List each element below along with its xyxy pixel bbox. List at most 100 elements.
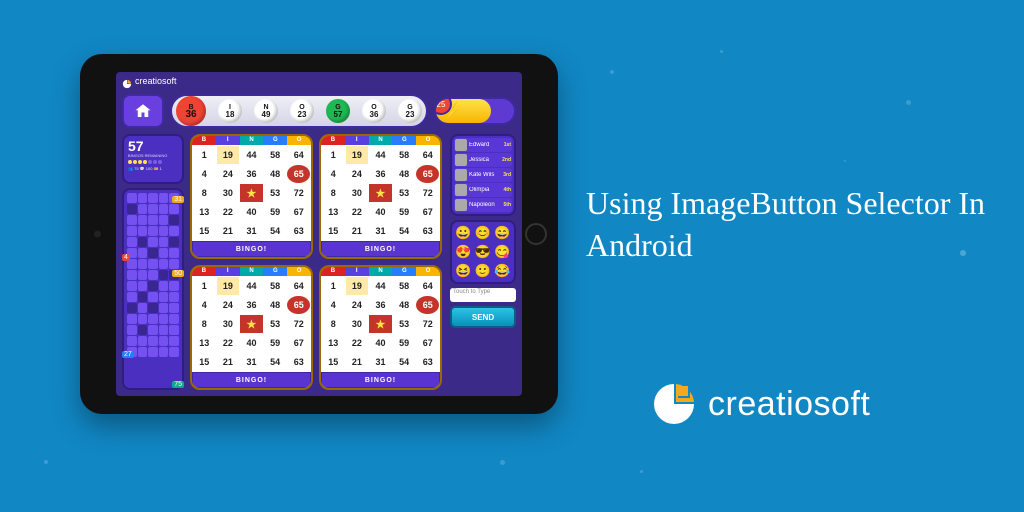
card-cell[interactable]: 24 (217, 165, 240, 183)
card-cell[interactable]: 58 (393, 277, 416, 295)
card-cell[interactable]: 15 (193, 222, 216, 240)
card-cell[interactable]: 22 (346, 334, 369, 352)
card-cell[interactable]: 8 (193, 184, 216, 202)
card-cell[interactable]: ★ (240, 315, 263, 333)
card-cell[interactable]: 13 (322, 334, 345, 352)
card-cell[interactable]: 13 (193, 334, 216, 352)
card-cell[interactable]: 36 (240, 165, 263, 183)
card-cell[interactable]: 53 (264, 184, 287, 202)
chat-input[interactable]: Touch to Type (450, 288, 516, 302)
card-cell[interactable]: 15 (322, 353, 345, 371)
emoji-option[interactable]: 😄 (494, 225, 510, 241)
card-cell[interactable]: 63 (287, 353, 310, 371)
card-cell[interactable]: ★ (240, 184, 263, 202)
card-cell[interactable]: 48 (264, 165, 287, 183)
card-cell[interactable]: 30 (217, 184, 240, 202)
card-cell[interactable]: 1 (322, 277, 345, 295)
card-cell[interactable]: 19 (346, 146, 369, 164)
card-cell[interactable]: 1 (193, 146, 216, 164)
card-cell[interactable]: 22 (346, 203, 369, 221)
card-cell[interactable]: 19 (217, 277, 240, 295)
bingo-button[interactable]: BINGO! (192, 241, 311, 257)
card-cell[interactable]: 64 (287, 277, 310, 295)
bingo-button[interactable]: BINGO! (192, 372, 311, 388)
card-cell[interactable]: 4 (322, 165, 345, 183)
card-cell[interactable]: 58 (393, 146, 416, 164)
card-cell[interactable]: 40 (240, 334, 263, 352)
card-cell[interactable]: 40 (369, 203, 392, 221)
card-cell[interactable]: 19 (346, 277, 369, 295)
card-cell[interactable]: 8 (193, 315, 216, 333)
bingo-card[interactable]: BINGO119445864424364865830★5372132240596… (190, 265, 313, 390)
card-cell[interactable]: 36 (240, 296, 263, 314)
card-cell[interactable]: 22 (217, 203, 240, 221)
leaderboard-row[interactable]: Olimpia4th (454, 183, 512, 197)
send-button[interactable]: SEND (450, 306, 516, 328)
card-cell[interactable]: ★ (369, 184, 392, 202)
card-cell[interactable]: 21 (217, 222, 240, 240)
card-cell[interactable]: 40 (369, 334, 392, 352)
bingo-button[interactable]: BINGO! (321, 372, 440, 388)
tablet-home-button[interactable] (525, 223, 547, 245)
card-cell[interactable]: ★ (369, 315, 392, 333)
card-cell[interactable]: 59 (264, 203, 287, 221)
card-cell[interactable]: 64 (416, 146, 439, 164)
card-cell[interactable]: 13 (193, 203, 216, 221)
card-cell[interactable]: 58 (264, 146, 287, 164)
card-cell[interactable]: 54 (393, 353, 416, 371)
emoji-option[interactable]: 😂 (494, 263, 510, 279)
card-cell[interactable]: 63 (287, 222, 310, 240)
home-button[interactable] (122, 94, 164, 128)
emoji-option[interactable]: 😆 (455, 263, 471, 279)
card-cell[interactable]: 24 (346, 165, 369, 183)
emoji-option[interactable]: 🙂 (475, 263, 491, 279)
card-cell[interactable]: 4 (193, 296, 216, 314)
card-cell[interactable]: 63 (416, 222, 439, 240)
card-cell[interactable]: 54 (264, 222, 287, 240)
card-cell[interactable]: 48 (393, 296, 416, 314)
card-cell[interactable]: 31 (369, 222, 392, 240)
emoji-option[interactable]: 😀 (455, 225, 471, 241)
card-cell[interactable]: 21 (346, 222, 369, 240)
card-cell[interactable]: 65 (416, 165, 439, 183)
card-cell[interactable]: 44 (369, 277, 392, 295)
card-cell[interactable]: 31 (240, 222, 263, 240)
card-cell[interactable]: 30 (217, 315, 240, 333)
card-cell[interactable]: 30 (346, 315, 369, 333)
card-cell[interactable]: 13 (322, 203, 345, 221)
card-cell[interactable]: 22 (217, 334, 240, 352)
card-cell[interactable]: 48 (393, 165, 416, 183)
bingo-card[interactable]: BINGO119445864424364865830★5372132240596… (319, 134, 442, 259)
card-cell[interactable]: 19 (217, 146, 240, 164)
card-cell[interactable]: 48 (264, 296, 287, 314)
card-cell[interactable]: 53 (264, 315, 287, 333)
card-cell[interactable]: 8 (322, 184, 345, 202)
card-cell[interactable]: 24 (217, 296, 240, 314)
card-cell[interactable]: 65 (287, 296, 310, 314)
card-cell[interactable]: 59 (393, 203, 416, 221)
card-cell[interactable]: 67 (416, 203, 439, 221)
card-cell[interactable]: 67 (287, 334, 310, 352)
card-cell[interactable]: 64 (416, 277, 439, 295)
emoji-option[interactable]: 😍 (455, 244, 471, 260)
emoji-option[interactable]: 😋 (494, 244, 510, 260)
card-cell[interactable]: 72 (287, 315, 310, 333)
card-cell[interactable]: 4 (322, 296, 345, 314)
card-cell[interactable]: 67 (287, 203, 310, 221)
power-meter[interactable]: ⚡ 25 (434, 97, 516, 125)
emoji-picker[interactable]: 😀😊😄😍😎😋😆🙂😂 (450, 220, 516, 284)
card-cell[interactable]: 40 (240, 203, 263, 221)
card-cell[interactable]: 4 (193, 165, 216, 183)
bingo-button[interactable]: BINGO! (321, 241, 440, 257)
card-cell[interactable]: 59 (264, 334, 287, 352)
card-cell[interactable]: 30 (346, 184, 369, 202)
card-cell[interactable]: 15 (322, 222, 345, 240)
card-cell[interactable]: 53 (393, 315, 416, 333)
card-cell[interactable]: 44 (240, 277, 263, 295)
card-cell[interactable]: 67 (416, 334, 439, 352)
leaderboard-row[interactable]: Jessica2nd (454, 153, 512, 167)
bingo-card[interactable]: BINGO119445864424364865830★5372132240596… (190, 134, 313, 259)
card-cell[interactable]: 72 (416, 184, 439, 202)
leaderboard-row[interactable]: Kate Wils3rd (454, 168, 512, 182)
card-cell[interactable]: 58 (264, 277, 287, 295)
